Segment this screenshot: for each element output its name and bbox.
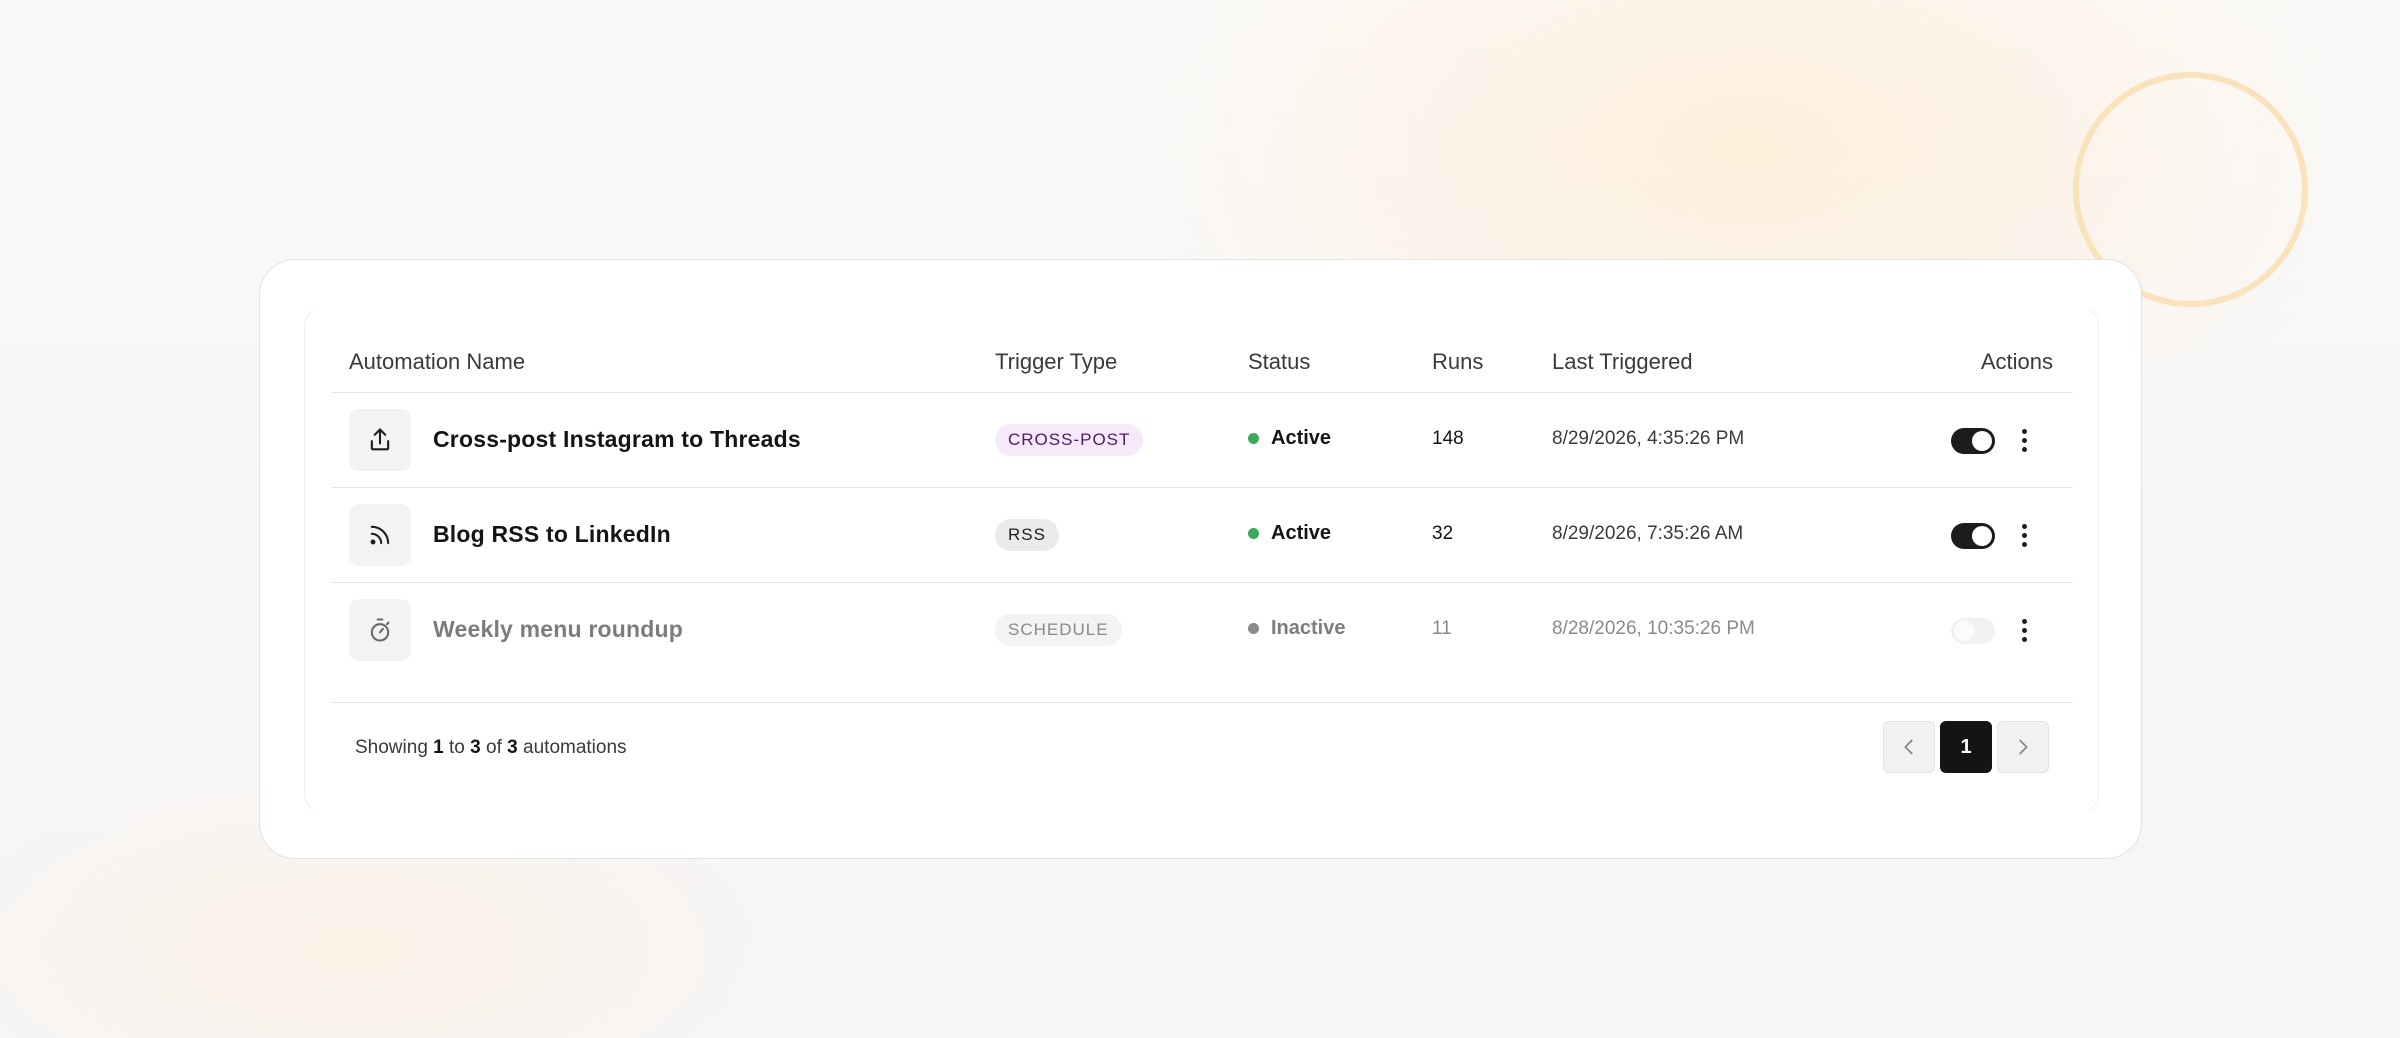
status-label: Active — [1271, 522, 1332, 544]
table-panel: Automation Name Trigger Type Status Runs… — [304, 303, 2099, 817]
status-dot — [1248, 623, 1259, 634]
more-actions-icon[interactable] — [2009, 425, 2039, 455]
status-label: Active — [1271, 427, 1332, 449]
trigger-badge: SCHEDULE — [995, 614, 1122, 646]
enable-toggle[interactable] — [1951, 618, 1995, 644]
last-triggered: 8/28/2026, 10:35:26 PM — [1552, 618, 1755, 639]
runs-count: 11 — [1432, 618, 1452, 639]
status-dot — [1248, 528, 1259, 539]
chevron-left-icon — [1904, 739, 1913, 755]
chevron-right-icon — [2019, 739, 2028, 755]
header-runs: Runs — [1432, 349, 1484, 374]
header-status: Status — [1248, 349, 1311, 374]
rss-icon — [349, 504, 411, 566]
enable-toggle[interactable] — [1951, 523, 1995, 549]
last-triggered: 8/29/2026, 4:35:26 PM — [1552, 428, 1745, 449]
status-indicator: Active — [1248, 522, 1331, 545]
status-indicator: Inactive — [1248, 617, 1345, 640]
last-triggered: 8/29/2026, 7:35:26 AM — [1552, 523, 1744, 544]
stopwatch-icon — [349, 599, 411, 661]
pagination: 1 — [1878, 721, 2049, 773]
more-actions-icon[interactable] — [2009, 615, 2039, 645]
table-header: Automation Name Trigger Type Status Runs… — [331, 305, 2073, 393]
enable-toggle[interactable] — [1951, 428, 1995, 454]
runs-count: 148 — [1432, 428, 1464, 449]
automations-table: Automation Name Trigger Type Status Runs… — [331, 305, 2073, 678]
next-page-button[interactable] — [1997, 721, 2049, 773]
header-actions: Actions — [1980, 349, 2053, 374]
automation-name[interactable]: Weekly menu roundup — [433, 616, 683, 643]
runs-count: 32 — [1432, 523, 1454, 544]
header-last-triggered: Last Triggered — [1552, 349, 1693, 374]
trigger-badge: CROSS-POST — [995, 424, 1144, 456]
table-row[interactable]: Blog RSS to LinkedIn RSS Active 32 8/29/… — [331, 488, 2073, 583]
status-indicator: Active — [1248, 427, 1331, 450]
automation-name[interactable]: Cross-post Instagram to Threads — [433, 426, 801, 453]
more-actions-icon[interactable] — [2009, 520, 2039, 550]
page-button-current[interactable]: 1 — [1940, 721, 1992, 773]
table-footer: Showing 1 to 3 of 3 automations 1 — [331, 702, 2073, 817]
table-row[interactable]: Cross-post Instagram to Threads CROSS-PO… — [331, 393, 2073, 488]
trigger-badge: RSS — [995, 519, 1059, 551]
pagination-summary: Showing 1 to 3 of 3 automations — [355, 737, 627, 758]
automation-name[interactable]: Blog RSS to LinkedIn — [433, 521, 671, 548]
status-dot — [1248, 433, 1259, 444]
header-trigger-type: Trigger Type — [995, 349, 1118, 374]
prev-page-button[interactable] — [1883, 721, 1935, 773]
header-automation-name: Automation Name — [349, 349, 526, 374]
status-label: Inactive — [1271, 617, 1346, 639]
table-row[interactable]: Weekly menu roundup SCHEDULE Inactive 11… — [331, 583, 2073, 678]
automations-card: Automation Name Trigger Type Status Runs… — [259, 259, 2142, 859]
share-upload-icon — [349, 409, 411, 471]
